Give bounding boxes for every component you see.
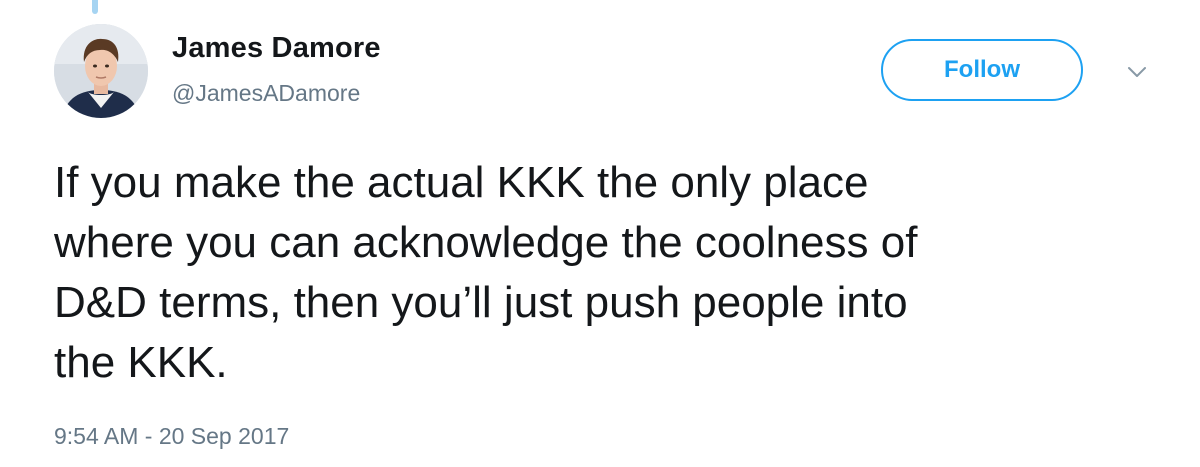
tweet-timestamp[interactable]: 9:54 AM - 20 Sep 2017: [54, 423, 289, 450]
tweet-text-line: D&D terms, then you’ll just push people …: [54, 278, 908, 327]
tweet-text-line: the KKK.: [54, 338, 228, 387]
tweet-text: If you make the actual KKK the only plac…: [54, 153, 1154, 393]
tweet-text-line: where you can acknowledge the coolness o…: [54, 218, 918, 267]
author-handle[interactable]: @JamesADamore: [172, 80, 360, 107]
avatar[interactable]: [54, 24, 148, 118]
chevron-down-icon: [1128, 67, 1146, 77]
follow-button[interactable]: Follow: [881, 39, 1083, 101]
author-display-name[interactable]: James Damore: [172, 32, 381, 65]
tweet-text-line: If you make the actual KKK the only plac…: [54, 158, 869, 207]
profile-photo-icon: [54, 24, 148, 118]
thread-connector-line: [92, 0, 98, 14]
more-options-button[interactable]: [1122, 62, 1152, 82]
follow-button-label: Follow: [944, 56, 1020, 83]
